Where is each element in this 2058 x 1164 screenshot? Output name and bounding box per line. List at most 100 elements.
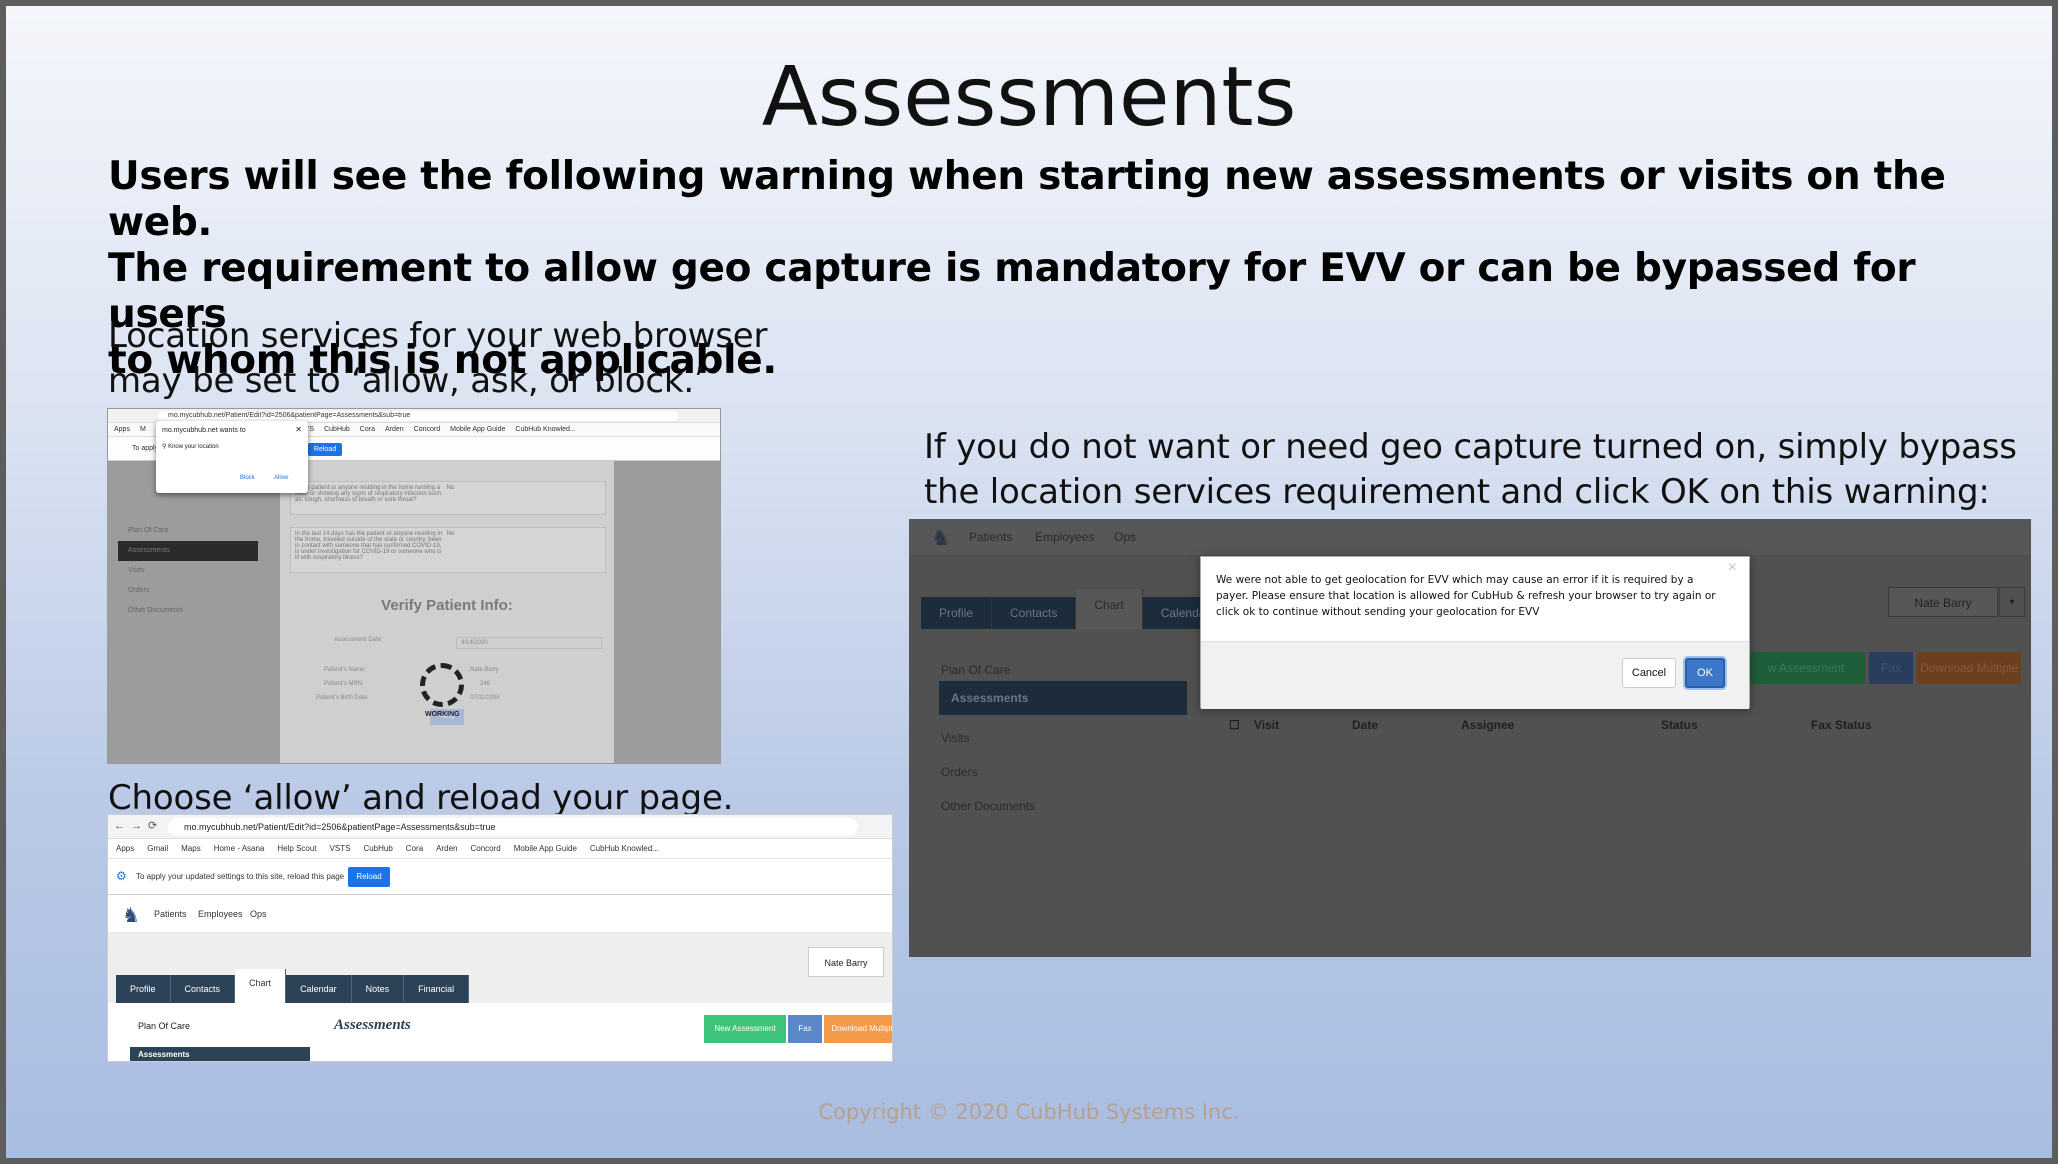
bookmark[interactable]: CubHub Knowled... [590,844,659,853]
bypass-text: If you do not want or need geo capture t… [924,425,2017,515]
ok-button[interactable]: OK [1685,658,1725,688]
verify-modal: Is the patient or anyone residing in the… [280,461,614,763]
select-all-checkbox[interactable]: ☐ [1229,718,1240,732]
chart-content: Plan Of Care Assessments Assessments New… [108,1003,892,1061]
tab-contacts[interactable]: Contacts [992,597,1077,629]
browser-nav-icons[interactable]: ←→⟳ [114,819,163,832]
location-line: Location services for your web browser [108,316,768,356]
bookmark[interactable]: Concord [414,426,440,433]
nav-ops[interactable]: Ops [1114,530,1136,544]
bookmark[interactable]: Gmail [147,844,168,853]
new-assessment-button[interactable]: New Assessment [704,1015,786,1043]
popup-title: mo.mycubhub.net wants to [162,427,246,434]
close-icon[interactable]: ✕ [295,425,302,434]
sidebar-item[interactable]: Assessments [118,541,258,561]
tab-contacts[interactable]: Contacts [170,975,236,1003]
column-header-fax-status[interactable]: Fax Status [1811,718,1872,732]
chevron-down-icon[interactable]: ▾ [1999,587,2025,617]
patient-tabs: Profile Contacts Chart Calenda [921,589,1225,629]
assessment-date-label: Assessment Date: [334,637,383,643]
column-header-date[interactable]: Date [1352,718,1378,732]
nav-ops[interactable]: Ops [250,909,267,919]
column-header-status[interactable]: Status [1661,718,1698,732]
download-multiple-button[interactable]: Download Multiple [824,1015,892,1043]
sidebar-item-other-documents[interactable]: Other Documents [941,799,1035,813]
block-button[interactable]: Block [240,475,255,481]
intro-line: Users will see the following warning whe… [108,154,1946,245]
bookmark[interactable]: M [140,426,146,433]
bookmark[interactable]: Arden [436,844,457,853]
reload-button[interactable]: Reload [308,443,342,456]
user-menu[interactable]: Nate Barry [1888,587,1998,617]
fax-button[interactable]: Fax [788,1015,822,1043]
working-label: WORKING [425,711,460,718]
cancel-button[interactable]: Cancel [1622,658,1676,688]
cubhub-logo-icon[interactable]: ♞ [931,525,951,551]
location-permission-popup: mo.mycubhub.net wants to ✕ ⚲ Know your l… [156,421,308,493]
bookmark[interactable]: Cora [360,426,375,433]
bookmark[interactable]: Cora [406,844,423,853]
sidebar-item-assessments[interactable]: Assessments [130,1047,310,1061]
reload-button[interactable]: Reload [348,867,390,887]
bookmark[interactable]: Home - Asana [214,844,265,853]
tab-profile[interactable]: Profile [116,975,171,1003]
close-icon[interactable]: × [1728,559,1737,577]
user-menu[interactable]: Nate Barry [808,947,884,977]
sidebar: Plan Of Care Assessments Visits Orders O… [118,521,258,721]
geolocation-warning-dialog: × We were not able to get geolocation fo… [1200,556,1750,709]
address-bar[interactable]: mo.mycubhub.net/Patient/Edit?id=2506&pat… [168,818,858,836]
bookmark[interactable]: CubHub [363,844,392,853]
bookmark[interactable]: VSTS [330,844,351,853]
sidebar-item[interactable]: Plan Of Care [118,521,258,541]
dialog-footer: Cancel OK [1201,641,1749,709]
sidebar-item-assessments[interactable]: Assessments [939,681,1187,715]
assessment-date-field[interactable]: 4/14/2020 [456,637,602,649]
birth-value: 07/11/1938 [470,695,500,701]
slide: Assessments Users will see the following… [6,6,2052,1158]
bookmark[interactable]: Apps [114,426,130,433]
geolocation-warning-screenshot: ♞ Patients Employees Ops Profile Contact… [909,519,2031,957]
new-assessment-button[interactable]: w Assessment [1747,652,1865,684]
fax-button[interactable]: Fax [1869,652,1913,684]
download-multiple-button[interactable]: Download Multiple [1917,652,2021,684]
nav-patients[interactable]: Patients [969,530,1012,544]
bookmark[interactable]: Concord [471,844,501,853]
sidebar-item-orders[interactable]: Orders [941,765,978,779]
tab-notes[interactable]: Notes [351,975,405,1003]
reload-page-screenshot: ←→⟳ mo.mycubhub.net/Patient/Edit?id=2506… [107,814,893,1062]
nav-employees[interactable]: Employees [198,909,243,919]
nav-patients[interactable]: Patients [154,909,187,919]
bookmark[interactable]: Arden [385,426,404,433]
sidebar-item-plan-of-care[interactable]: Plan Of Care [138,1021,190,1031]
bookmark[interactable]: Maps [181,844,201,853]
sidebar-item[interactable]: Visits [118,561,258,581]
tab-calendar[interactable]: Calendar [286,975,352,1003]
infobar-text: To apply your updated settings to this s… [136,872,345,881]
cubhub-logo-icon[interactable]: ♞ [122,903,140,928]
popup-location-text: Know your location [168,444,219,450]
sidebar-item-visits[interactable]: Visits [941,731,969,745]
gear-icon: ⚙ [116,869,127,883]
sidebar-item-plan-of-care[interactable]: Plan Of Care [941,663,1010,677]
bookmark[interactable]: CubHub [324,426,350,433]
column-header-assignee[interactable]: Assignee [1461,718,1514,732]
mrn-label: Patient's MRN: [324,681,364,687]
allow-button[interactable]: Allow [274,475,288,481]
tab-chart[interactable]: Chart [235,969,287,1003]
tab-chart[interactable]: Chart [1076,589,1143,629]
sidebar-item[interactable]: Other Documents [118,601,258,621]
bookmarks-bar: Apps Gmail Maps Home - Asana Help Scout … [108,839,892,859]
bookmark[interactable]: Mobile App Guide [450,426,505,433]
bookmark[interactable]: CubHub Knowled... [515,426,575,433]
question-answer[interactable]: No [447,531,597,537]
tab-profile[interactable]: Profile [921,597,993,629]
bookmark[interactable]: Help Scout [277,844,316,853]
bookmark[interactable]: Mobile App Guide [514,844,577,853]
address-bar[interactable]: mo.mycubhub.net/Patient/Edit?id=2506&pat… [158,411,678,421]
question-answer[interactable]: No [447,485,597,491]
column-header-visit[interactable]: Visit [1254,718,1279,732]
tab-financial[interactable]: Financial [404,975,470,1003]
bookmark[interactable]: Apps [116,844,134,853]
nav-employees[interactable]: Employees [1035,530,1094,544]
sidebar-item[interactable]: Orders [118,581,258,601]
